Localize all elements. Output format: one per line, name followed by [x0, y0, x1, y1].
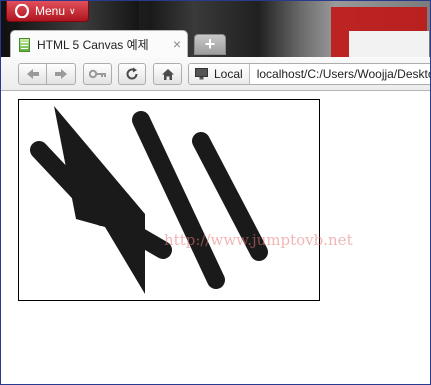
- desktop-background-white: [349, 31, 429, 57]
- tab-active[interactable]: HTML 5 Canvas 예제 ×: [10, 30, 188, 58]
- arrow-right-icon: [55, 69, 67, 79]
- forward-button[interactable]: [46, 63, 76, 85]
- reload-button[interactable]: [118, 63, 146, 85]
- site-label: Local: [214, 67, 243, 81]
- new-tab-button[interactable]: +: [194, 34, 226, 55]
- close-tab-icon[interactable]: ×: [173, 37, 181, 51]
- browser-window: Menu ∨ HTML 5 Canvas 예제 × + Local localh…: [0, 0, 431, 385]
- menu-label: Menu: [35, 4, 66, 18]
- tab-title: HTML 5 Canvas 예제: [37, 38, 149, 52]
- navigation-toolbar: Local localhost/C:/Users/Woojja/Desktop/: [1, 57, 430, 91]
- home-icon: [161, 68, 174, 80]
- key-icon: [88, 69, 106, 79]
- arrow-left-icon: [26, 69, 39, 79]
- url-text[interactable]: localhost/C:/Users/Woojja/Desktop/: [257, 67, 430, 81]
- canvas-lightning-shape: [54, 106, 145, 294]
- watermark-text: http://www.jumptovb.net: [164, 231, 353, 249]
- address-bar[interactable]: Local localhost/C:/Users/Woojja/Desktop/: [188, 63, 430, 85]
- key-button[interactable]: [83, 63, 112, 85]
- html5-canvas: [18, 99, 320, 301]
- canvas-drawing: [30, 106, 268, 294]
- page-favicon-icon: [19, 37, 30, 52]
- computer-monitor-icon: [195, 68, 208, 80]
- home-button[interactable]: [153, 63, 182, 85]
- reload-icon: [126, 67, 138, 80]
- title-bar: Menu ∨ HTML 5 Canvas 예제 × +: [1, 1, 430, 58]
- page-content: http://www.jumptovb.net: [1, 91, 430, 384]
- site-info-badge[interactable]: Local: [189, 64, 250, 84]
- chevron-down-icon: ∨: [69, 5, 76, 16]
- opera-menu-button[interactable]: Menu ∨: [6, 1, 89, 22]
- opera-logo-icon: [15, 4, 29, 18]
- back-button[interactable]: [18, 63, 47, 85]
